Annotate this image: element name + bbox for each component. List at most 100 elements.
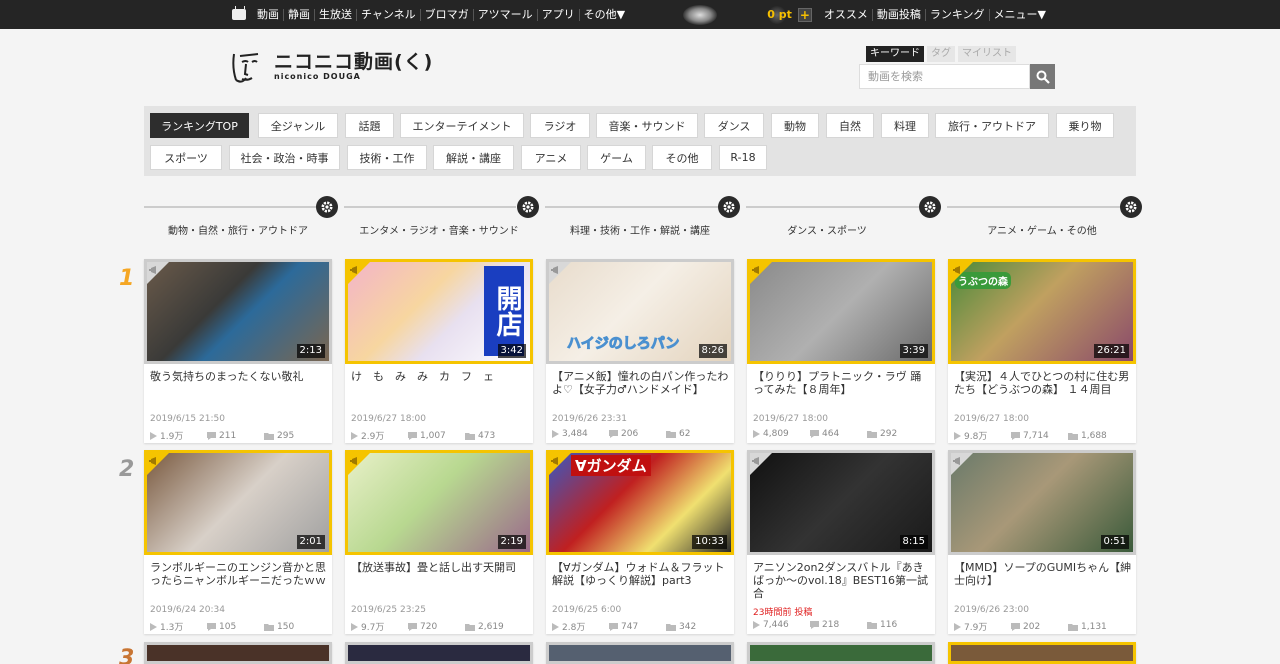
genre-technology[interactable]: 技術・工作	[347, 145, 427, 170]
video-card[interactable]: 2:13 敬う気持ちのまったくない敬礼 2019/6/15 21:50 1.9万 211…	[144, 259, 332, 443]
video-thumbnail[interactable]: 開店 3:42	[345, 259, 533, 364]
video-title[interactable]: ランボルギーニのエンジン音かと思ったらニャンボルギーニだったｗｗ	[150, 561, 328, 587]
video-thumbnail[interactable]: うぶつの森 26:21	[948, 259, 1136, 364]
video-card[interactable]: 3:39 【りりり】プラトニック・ラヴ 踊ってみた【８周年】 2019/6/27 1…	[747, 259, 935, 443]
video-card[interactable]: 0:51 【MMD】ソープのGUMIちゃん【紳士向け】 2019/6/26 23:0…	[948, 450, 1136, 634]
view-count: 9.8万	[954, 429, 1011, 442]
video-thumbnail[interactable]: 2:13	[144, 259, 332, 364]
video-thumbnail[interactable]: ∀ガンダム 10:33	[546, 450, 734, 555]
nav-link-recommend[interactable]: オススメ	[820, 8, 873, 21]
search-tab-tag[interactable]: タグ	[927, 46, 955, 62]
blurred-username[interactable]	[683, 5, 717, 25]
megaphone-icon[interactable]	[147, 453, 169, 475]
video-card[interactable]: 2:19 【放送事故】畳と話し出す天開司 2019/6/25 23:25 9.7万 72…	[345, 450, 533, 634]
video-card-partial[interactable]	[345, 642, 533, 664]
video-title[interactable]: 【アニメ飯】憧れの白パン作ったわよ♡【女子力♂ハンドメイド】	[552, 370, 730, 396]
megaphone-icon[interactable]	[549, 262, 571, 284]
nav-link-channel[interactable]: チャンネル	[357, 8, 421, 21]
video-thumbnail[interactable]: ハイジのしろパン 8:26	[546, 259, 734, 364]
search-tab-keyword[interactable]: キーワード	[866, 46, 924, 62]
nav-link-atsumaru[interactable]: アツマール	[474, 8, 538, 21]
category-settings-gear-4[interactable]	[919, 196, 941, 218]
video-title[interactable]: 【実況】４人でひとつの村に住む男たち【どうぶつの森】 １４周目	[954, 370, 1132, 396]
video-title[interactable]: アニソン2on2ダンスバトル『あきばっか～のvol.18』BEST16第一試合	[753, 561, 931, 600]
megaphone-icon[interactable]	[750, 453, 772, 475]
genre-society[interactable]: 社会・政治・時事	[229, 145, 340, 170]
video-title[interactable]: 【MMD】ソープのGUMIちゃん【紳士向け】	[954, 561, 1132, 587]
video-title[interactable]: 【∀ガンダム】ウォドム＆フラット解説【ゆっくり解説】part3	[552, 561, 730, 587]
genre-r18[interactable]: R-18	[719, 145, 767, 170]
gear-icon	[924, 201, 936, 213]
nav-link-video[interactable]: 動画	[253, 8, 284, 21]
search-tab-mylist[interactable]: マイリスト	[958, 46, 1016, 62]
genre-topic[interactable]: 話題	[345, 113, 394, 138]
video-thumbnail[interactable]: 0:51	[948, 450, 1136, 555]
points-display[interactable]: 0 pt	[767, 8, 792, 21]
video-card[interactable]: 8:15 アニソン2on2ダンスバトル『あきばっか～のvol.18』BEST16第…	[747, 450, 935, 634]
genre-other[interactable]: その他	[652, 145, 712, 170]
add-points-button[interactable]: +	[797, 7, 812, 22]
video-thumbnail[interactable]: 2:19	[345, 450, 533, 555]
video-card[interactable]: ∀ガンダム 10:33 【∀ガンダム】ウォドム＆フラット解説【ゆっくり解説】part…	[546, 450, 734, 634]
site-logo[interactable]: ニコニコ動画(く) niconico DOUGA	[228, 47, 433, 87]
video-card[interactable]: 開店 3:42 け も み み カ フ ェ 2019/6/27 18:00 2.9万 1,…	[345, 259, 533, 443]
category-settings-gear-3[interactable]	[718, 196, 740, 218]
megaphone-icon[interactable]	[348, 262, 370, 284]
genre-anime[interactable]: アニメ	[521, 145, 581, 170]
category-label-5[interactable]: アニメ・ゲーム・その他	[948, 222, 1136, 237]
genre-radio[interactable]: ラジオ	[530, 113, 590, 138]
video-card[interactable]: うぶつの森 26:21 【実況】４人でひとつの村に住む男たち【どうぶつの森】 １４周…	[948, 259, 1136, 443]
genre-animals[interactable]: 動物	[771, 113, 819, 138]
video-card-partial[interactable]	[546, 642, 734, 664]
category-label-2[interactable]: エンタメ・ラジオ・音楽・サウンド	[345, 222, 533, 237]
video-title[interactable]: 敬う気持ちのまったくない敬礼	[150, 370, 328, 383]
nav-link-live[interactable]: 生放送	[315, 8, 357, 21]
video-thumbnail[interactable]: 8:15	[747, 450, 935, 555]
genre-sports[interactable]: スポーツ	[150, 145, 222, 170]
genre-travel[interactable]: 旅行・アウトドア	[935, 113, 1049, 138]
category-label-3[interactable]: 料理・技術・工作・解説・講座	[546, 222, 734, 237]
genre-ranking-top[interactable]: ランキングTOP	[150, 113, 249, 138]
megaphone-icon[interactable]	[348, 453, 370, 475]
video-card-partial[interactable]	[144, 642, 332, 664]
niconico-tv-icon[interactable]	[232, 6, 246, 20]
genre-dance[interactable]: ダンス	[704, 113, 764, 138]
genre-cooking[interactable]: 料理	[881, 113, 929, 138]
video-title[interactable]: 【放送事故】畳と話し出す天開司	[351, 561, 529, 574]
nav-link-other-menu[interactable]: その他▼	[580, 8, 629, 21]
megaphone-icon[interactable]	[549, 453, 571, 475]
nav-link-ranking[interactable]: ランキング	[926, 8, 990, 21]
video-title[interactable]: け も み み カ フ ェ	[351, 370, 529, 383]
megaphone-icon[interactable]	[750, 262, 772, 284]
video-thumbnail[interactable]: 3:39	[747, 259, 935, 364]
logo-title: ニコニコ動画(く)	[274, 51, 434, 73]
genre-game[interactable]: ゲーム	[587, 145, 646, 170]
search-input[interactable]: 動画を検索	[859, 64, 1030, 89]
genre-entertainment[interactable]: エンターテイメント	[400, 113, 524, 138]
genre-nature[interactable]: 自然	[826, 113, 874, 138]
video-thumbnail[interactable]: 2:01	[144, 450, 332, 555]
category-label-1[interactable]: 動物・自然・旅行・アウトドア	[144, 222, 332, 237]
category-settings-gear-2[interactable]	[517, 196, 539, 218]
nav-link-seiga[interactable]: 静画	[284, 8, 315, 21]
video-card-partial[interactable]	[948, 642, 1136, 664]
genre-all[interactable]: 全ジャンル	[258, 113, 338, 138]
nav-link-blomaga[interactable]: ブロマガ	[421, 8, 474, 21]
megaphone-icon[interactable]	[951, 262, 973, 284]
nav-link-app[interactable]: アプリ	[538, 8, 580, 21]
video-card[interactable]: 2:01 ランボルギーニのエンジン音かと思ったらニャンボルギーニだったｗｗ 2019…	[144, 450, 332, 634]
search-button[interactable]	[1030, 64, 1055, 89]
megaphone-icon[interactable]	[147, 262, 169, 284]
genre-vehicles[interactable]: 乗り物	[1056, 113, 1114, 138]
nav-link-upload[interactable]: 動画投稿	[873, 8, 926, 21]
video-title[interactable]: 【りりり】プラトニック・ラヴ 踊ってみた【８周年】	[753, 370, 931, 396]
video-card-partial[interactable]	[747, 642, 935, 664]
category-settings-gear-5[interactable]	[1120, 196, 1142, 218]
category-label-4[interactable]: ダンス・スポーツ	[747, 222, 907, 237]
nav-link-menu[interactable]: メニュー▼	[990, 8, 1050, 21]
megaphone-icon[interactable]	[951, 453, 973, 475]
category-settings-gear-1[interactable]	[316, 196, 338, 218]
genre-lecture[interactable]: 解説・講座	[433, 145, 514, 170]
video-card[interactable]: ハイジのしろパン 8:26 【アニメ飯】憧れの白パン作ったわよ♡【女子力♂ハンドメイ…	[546, 259, 734, 443]
genre-music[interactable]: 音楽・サウンド	[596, 113, 698, 138]
